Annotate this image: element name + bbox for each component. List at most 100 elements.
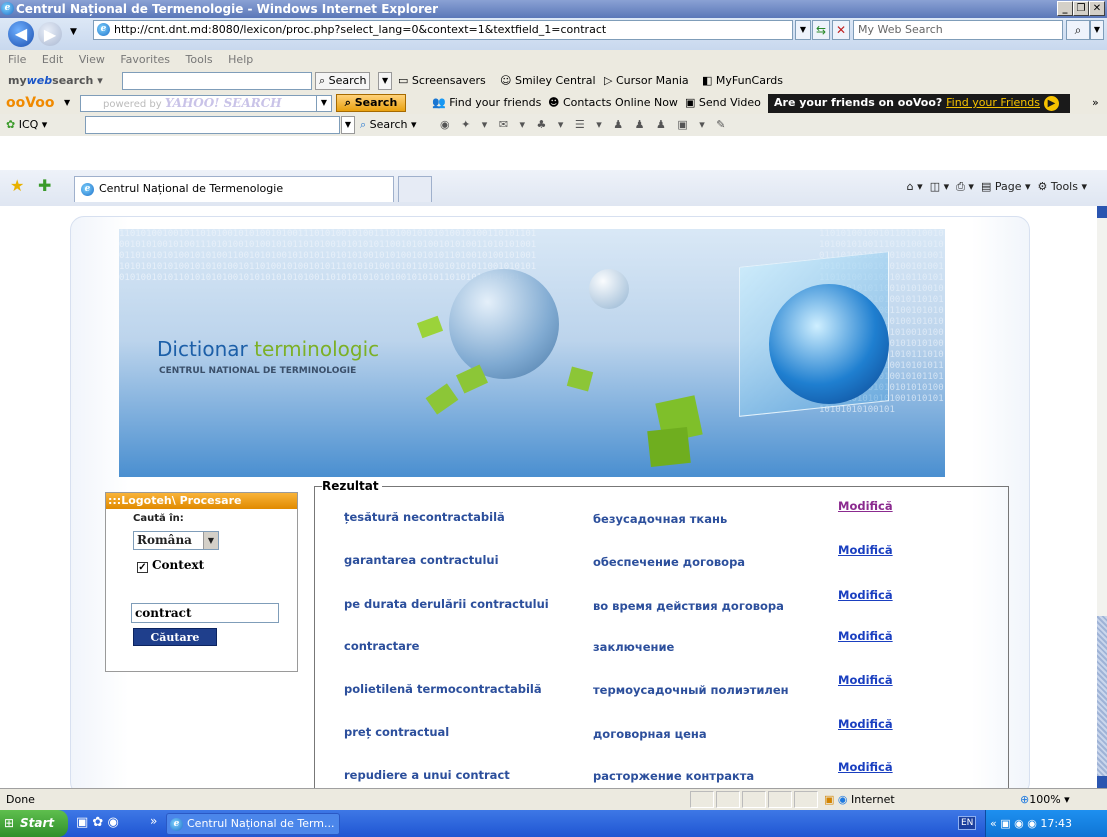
window-title: Centrul Național de Termenologie - Windo… bbox=[16, 2, 439, 16]
modify-link[interactable]: Modifică bbox=[838, 717, 893, 731]
tab-title: Centrul Național de Termenologie bbox=[99, 182, 284, 195]
send-video-link[interactable]: ▣ Send Video bbox=[685, 92, 761, 114]
back-button[interactable]: ◀ bbox=[8, 21, 34, 47]
ie-icon: e bbox=[170, 818, 183, 831]
page-menu[interactable]: ▤ Page ▾ bbox=[981, 180, 1031, 193]
icq-search-button[interactable]: ⌕ Search ▾ bbox=[360, 114, 417, 136]
menu-view[interactable]: View bbox=[79, 53, 105, 66]
modify-link[interactable]: Modifică bbox=[838, 673, 893, 687]
cursor-mania-link[interactable]: ▷ Cursor Mania bbox=[604, 70, 689, 92]
modify-link[interactable]: Modifică bbox=[838, 588, 893, 602]
contacts-online-link[interactable]: ☻ Contacts Online Now bbox=[548, 92, 678, 114]
result-row: polietilenă termocontractabilă термоусад… bbox=[0, 673, 893, 702]
tab-bar: ★ ✚ e Centrul Național de Termenologie ⌂… bbox=[0, 170, 1107, 206]
status-cell bbox=[742, 791, 766, 808]
language-indicator[interactable]: EN bbox=[958, 816, 977, 830]
mywebsearch-search-button[interactable]: ⌕ Search bbox=[315, 72, 371, 90]
search-icon[interactable]: ⌕ bbox=[1066, 20, 1090, 40]
status-bar: Done ▣ ◉ Internet ⊕100% ▾ bbox=[0, 788, 1107, 810]
icq-search-input[interactable] bbox=[85, 116, 340, 134]
oovoo-menu-icon[interactable]: ▼ bbox=[64, 92, 70, 114]
history-dropdown-icon[interactable]: ▼ bbox=[70, 27, 77, 37]
security-zone[interactable]: ▣ ◉ Internet bbox=[824, 789, 1014, 810]
menu-help[interactable]: Help bbox=[228, 53, 253, 66]
tools-menu[interactable]: ⚙ Tools ▾ bbox=[1038, 180, 1088, 193]
add-favorites-icon[interactable]: ✚ bbox=[38, 178, 51, 194]
quicklaunch-icons[interactable]: ▣ ✿ ◉ bbox=[76, 815, 119, 830]
mywebsearch-logo[interactable]: mywebsearch ▾ bbox=[8, 70, 103, 92]
menu-file[interactable]: File bbox=[8, 53, 26, 66]
feeds-icon[interactable]: ◫ ▾ bbox=[930, 180, 949, 193]
windows-logo-icon: ⊞ bbox=[4, 816, 15, 830]
yahoo-dropdown-icon[interactable]: ▼ bbox=[316, 95, 332, 112]
yahoo-search-input[interactable]: powered by YAHOO! SEARCH bbox=[80, 95, 330, 112]
result-term-ru: безусадочная ткань bbox=[593, 512, 728, 526]
minimize-button[interactable]: _ bbox=[1057, 1, 1073, 16]
new-tab-button[interactable] bbox=[398, 176, 432, 202]
favorites-star-icon[interactable]: ★ bbox=[10, 178, 24, 194]
result-term-ro: polietilenă termocontractabilă bbox=[344, 682, 542, 696]
forward-button[interactable]: ▶ bbox=[38, 22, 62, 46]
scroll-thumb[interactable] bbox=[1097, 616, 1107, 776]
find-your-friends-link[interactable]: Find your Friends bbox=[946, 96, 1040, 109]
toolbar-overflow-icon[interactable]: » bbox=[1092, 92, 1099, 114]
yahoo-search-button[interactable]: ⌕ Search bbox=[336, 94, 406, 112]
tray-icons[interactable]: ▣ ◉ ◉ bbox=[1000, 817, 1037, 830]
scroll-up-icon[interactable] bbox=[1097, 206, 1107, 218]
result-row: repudiere a unui contract расторжение ко… bbox=[0, 760, 893, 788]
menu-favorites[interactable]: Favorites bbox=[120, 53, 170, 66]
icq-dropdown-icon[interactable]: ▼ bbox=[341, 116, 355, 134]
search-options-icon[interactable]: ▼ bbox=[1090, 20, 1104, 40]
result-term-ru: заключение bbox=[593, 640, 675, 654]
icq-logo[interactable]: ✿ ICQ ▾ bbox=[6, 114, 47, 136]
address-dropdown-button[interactable]: ▼ bbox=[795, 20, 811, 40]
quicklaunch-overflow-icon[interactable]: » bbox=[150, 814, 157, 828]
banner-title: Dictionar terminologic bbox=[157, 337, 380, 361]
window-title-bar: e Centrul Național de Termenologie - Win… bbox=[0, 0, 1107, 18]
oovoo-promo-banner[interactable]: Are your friends on ooVoo? Find your Fri… bbox=[768, 94, 1070, 113]
myfuncards-link[interactable]: ◧ MyFunCards bbox=[702, 70, 783, 92]
oovoo-logo[interactable]: ooVoo bbox=[6, 92, 55, 114]
taskbar-window-title: Centrul Național de Term... bbox=[187, 817, 335, 830]
go-arrow-icon[interactable]: ▶ bbox=[1043, 96, 1059, 111]
mywebsearch-input[interactable] bbox=[122, 72, 312, 90]
print-icon[interactable]: ⎙ ▾ bbox=[956, 180, 974, 193]
smiley-central-link[interactable]: ☺ Smiley Central bbox=[500, 70, 596, 92]
refresh-icon[interactable]: ⇆ bbox=[812, 20, 830, 40]
menu-edit[interactable]: Edit bbox=[42, 53, 63, 66]
banner-subtitle: CENTRUL NATIONAL DE TERMINOLOGIE bbox=[159, 366, 357, 376]
modify-link[interactable]: Modifică bbox=[838, 543, 893, 557]
command-bar: ⌂ ▾ ◫ ▾ ⎙ ▾ ▤ Page ▾ ⚙ Tools ▾ bbox=[907, 180, 1087, 194]
result-term-ro: țesătură necontractabilă bbox=[344, 510, 505, 524]
result-term-ru: расторжение контракта bbox=[593, 769, 755, 783]
modify-link[interactable]: Modifică bbox=[838, 760, 893, 774]
modify-link[interactable]: Modifică bbox=[838, 629, 893, 643]
web-search-input[interactable]: My Web Search bbox=[853, 20, 1063, 40]
close-button[interactable]: ✕ bbox=[1089, 1, 1105, 16]
result-row: pe durata derulării contractului во врем… bbox=[0, 588, 893, 614]
internet-globe-icon: ◉ bbox=[837, 793, 848, 806]
taskbar-ie-window[interactable]: e Centrul Național de Term... bbox=[166, 813, 340, 835]
modify-link[interactable]: Modifică bbox=[838, 499, 893, 513]
zoom-control[interactable]: ⊕100% ▾ bbox=[1020, 789, 1070, 810]
mywebsearch-dropdown-icon[interactable]: ▼ bbox=[378, 72, 393, 90]
results-legend: Rezultat bbox=[322, 479, 382, 493]
home-icon[interactable]: ⌂ ▾ bbox=[907, 180, 923, 193]
tray-expand-icon[interactable]: « bbox=[990, 817, 997, 830]
oovoo-toolbar: ooVoo ▼ powered by YAHOO! SEARCH ▼ ⌕ Sea… bbox=[0, 92, 1107, 114]
tab-active[interactable]: e Centrul Național de Termenologie bbox=[74, 176, 394, 202]
stop-icon[interactable]: ✕ bbox=[832, 20, 850, 40]
screensavers-link[interactable]: ▭ Screensavers bbox=[398, 70, 486, 92]
status-cell bbox=[716, 791, 740, 808]
result-row: preț contractual договорная цена Modific… bbox=[0, 717, 893, 745]
language-select[interactable]: Româna ▼ bbox=[133, 531, 219, 550]
maximize-button[interactable]: ❐ bbox=[1073, 1, 1089, 16]
icq-tool-icons[interactable]: ◉ ✦ ▾ ✉ ▾ ♣ ▾ ☰ ▾ ♟ ♟ ♟ ▣ ▾ ✎ bbox=[440, 114, 730, 136]
vertical-scrollbar[interactable] bbox=[1097, 206, 1107, 788]
status-cell bbox=[794, 791, 818, 808]
clock: 17:43 bbox=[1040, 817, 1073, 830]
menu-tools[interactable]: Tools bbox=[186, 53, 213, 66]
scroll-down-icon[interactable] bbox=[1097, 776, 1107, 788]
address-field[interactable]: e http://cnt.dnt.md:8080/lexicon/proc.ph… bbox=[93, 20, 793, 40]
find-friends-link[interactable]: 👥 Find your friends bbox=[432, 92, 541, 114]
